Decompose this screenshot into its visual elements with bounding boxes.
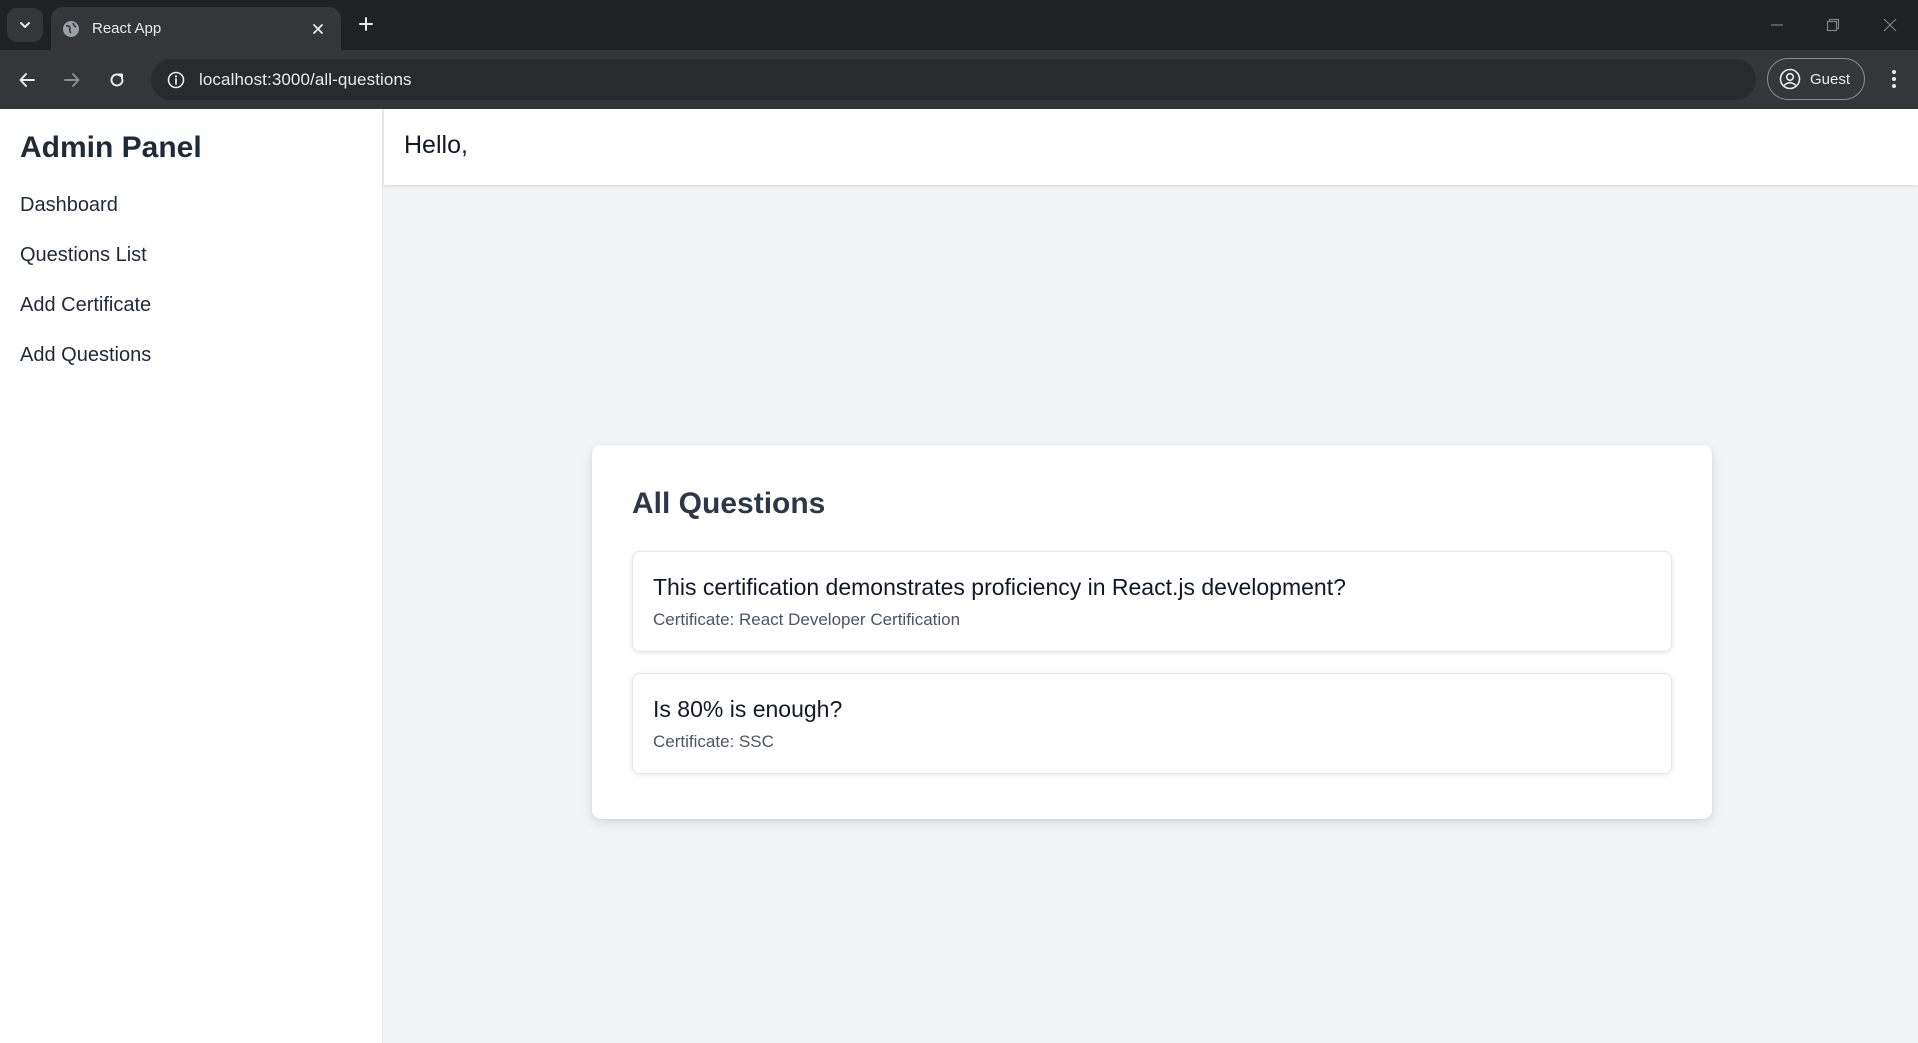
browser-tabstrip: React App (0, 0, 1918, 50)
question-text: Is 80% is enough? (653, 696, 843, 722)
forward-arrow-icon (64, 73, 80, 87)
top-header: Hello, (384, 109, 1918, 185)
profile-label: Guest (1810, 70, 1851, 88)
sidebar-item-add-certificate[interactable]: Add Certificate (20, 293, 362, 343)
close-icon (313, 23, 323, 34)
sidebar-item-dashboard[interactable]: Dashboard (20, 193, 362, 243)
url-text: localhost:3000/all-questions (199, 69, 412, 89)
window-close-button[interactable] (1862, 0, 1918, 50)
back-arrow-icon (19, 73, 35, 87)
question-item[interactable]: This certification demonstrates proficie… (632, 551, 1672, 652)
sidebar-item-add-questions[interactable]: Add Questions (20, 343, 362, 393)
restore-icon (1826, 18, 1840, 32)
greeting-text: Hello, (404, 131, 468, 159)
info-icon[interactable] (165, 69, 187, 91)
question-text: This certification demonstrates proficie… (653, 574, 1346, 600)
minimize-button[interactable] (1749, 0, 1805, 50)
page-title: All Questions (632, 487, 826, 520)
reload-button[interactable] (101, 64, 133, 96)
question-item[interactable]: Is 80% is enough? Certificate: SSC (632, 673, 1672, 774)
new-tab-button[interactable] (353, 11, 379, 37)
minimize-icon (1771, 24, 1783, 26)
globe-icon (61, 19, 81, 39)
address-bar[interactable]: localhost:3000/all-questions (151, 59, 1756, 100)
question-certificate: Certificate: SSC (653, 732, 774, 751)
restore-button[interactable] (1805, 0, 1861, 50)
window-close-icon (1883, 18, 1897, 32)
sidebar: Admin Panel Dashboard Questions List Add… (0, 109, 383, 1043)
sidebar-title: Admin Panel (20, 131, 202, 164)
tab-search-button[interactable] (7, 8, 43, 42)
sidebar-item-questions-list[interactable]: Questions List (20, 243, 362, 293)
tab-title: React App (92, 20, 162, 37)
kebab-menu-icon (1892, 70, 1896, 88)
plus-icon (359, 17, 373, 31)
profile-icon (1779, 68, 1801, 90)
browser-menu-button[interactable] (1880, 64, 1908, 94)
profile-button[interactable]: Guest (1767, 58, 1865, 100)
reload-icon (110, 73, 124, 87)
forward-button[interactable] (56, 64, 88, 96)
back-button[interactable] (11, 64, 43, 96)
tab-close-button[interactable] (307, 18, 329, 40)
browser-tab[interactable]: React App (51, 7, 341, 50)
chevron-down-icon (20, 22, 30, 28)
question-certificate: Certificate: React Developer Certificati… (653, 610, 961, 629)
all-questions-card: All Questions This certification demonst… (592, 445, 1712, 819)
